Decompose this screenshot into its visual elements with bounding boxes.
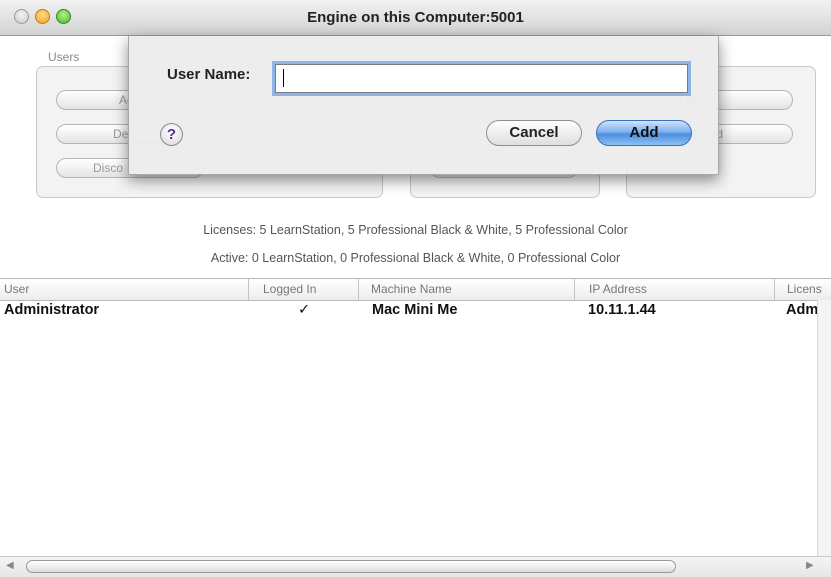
table-header: User Logged In Machine Name IP Address L… (0, 278, 831, 301)
column-header-logged-in[interactable]: Logged In (248, 279, 358, 300)
vertical-scrollbar[interactable] (817, 300, 831, 556)
help-icon[interactable]: ? (160, 123, 183, 146)
cell-machine-name: Mac Mini Me (372, 302, 458, 318)
cancel-button[interactable]: Cancel (486, 120, 582, 146)
window-title: Engine on this Computer:5001 (307, 9, 524, 26)
user-name-input[interactable] (275, 64, 688, 93)
horizontal-scroll-thumb[interactable] (26, 560, 676, 573)
user-name-label: User Name: (167, 66, 251, 83)
disconnect-user-button-label: Disco (93, 161, 124, 175)
column-header-user[interactable]: User (0, 279, 248, 300)
column-header-machine-name[interactable]: Machine Name (358, 279, 574, 300)
users-group-label: Users (48, 50, 80, 64)
add-user-sheet: User Name: ? Cancel Add (128, 36, 719, 175)
add-button[interactable]: Add (596, 120, 692, 146)
text-caret (283, 69, 284, 87)
cell-ip-address: 10.11.1.44 (588, 302, 656, 318)
scroll-left-arrow-icon[interactable]: ◀ (6, 560, 14, 571)
column-header-ip-address[interactable]: IP Address (574, 279, 774, 300)
checkmark-icon: ✓ (298, 302, 311, 318)
column-header-license[interactable]: Licens (774, 279, 831, 300)
cell-license: Adm (786, 302, 819, 318)
cell-user: Administrator (4, 302, 100, 318)
scroll-right-arrow-icon[interactable]: ▶ (806, 560, 814, 571)
active-licenses-text: Active: 0 LearnStation, 0 Professional B… (210, 251, 621, 265)
title-bar: Engine on this Computer:5001 (0, 0, 831, 36)
horizontal-scrollbar[interactable]: ◀ ▶ (0, 556, 831, 577)
licenses-text: Licenses: 5 LearnStation, 5 Professional… (203, 223, 628, 237)
